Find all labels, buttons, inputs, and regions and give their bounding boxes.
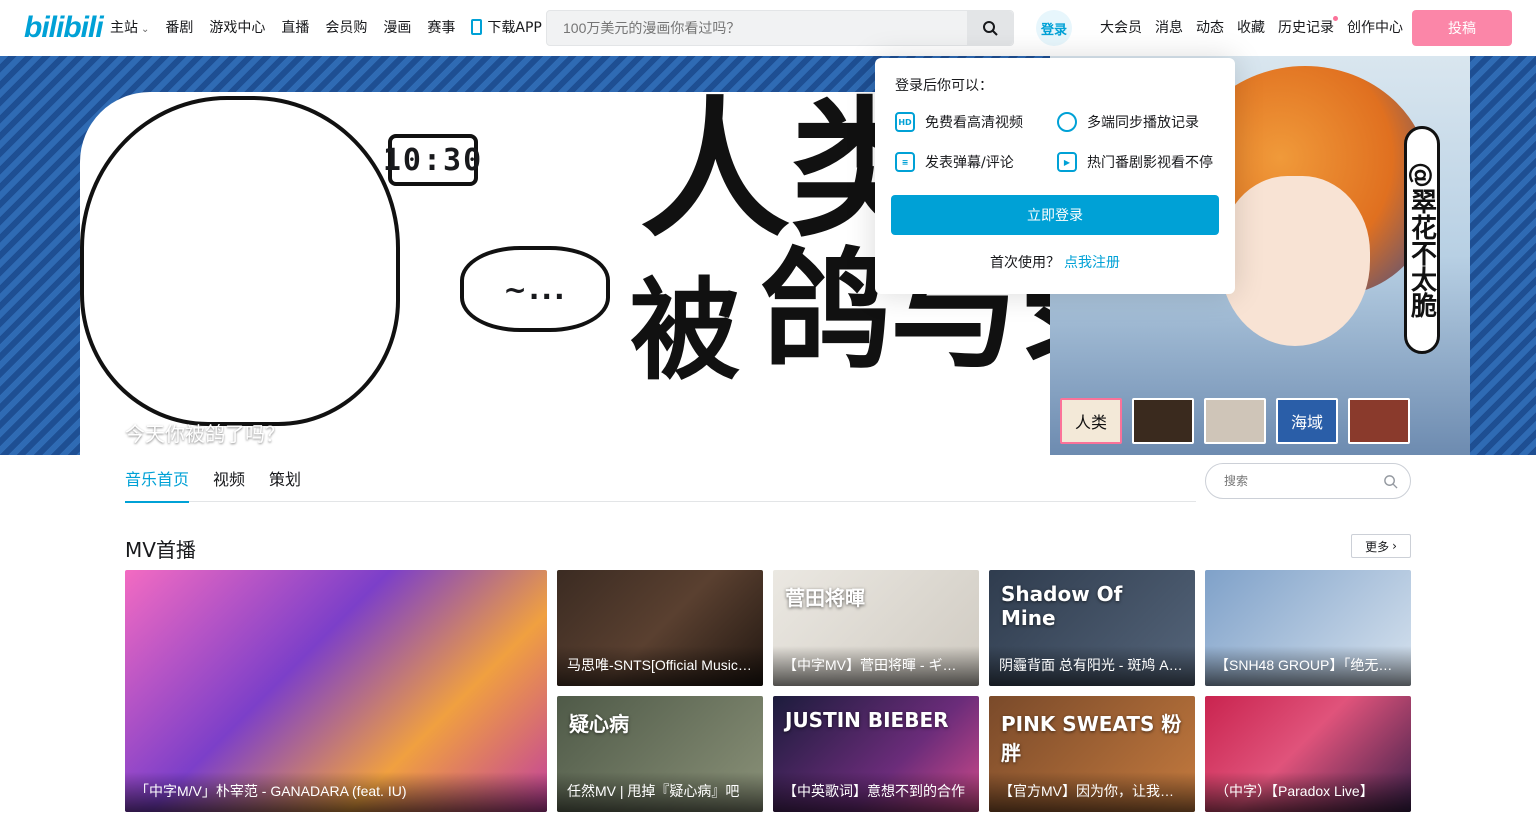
feature-hd: HD 免费看高清视频 [895, 112, 1023, 132]
mv-card[interactable]: 【SNH48 GROUP】「绝无仅有」 [1205, 570, 1411, 686]
banner-thumbnail[interactable] [1348, 398, 1410, 444]
banner-thumbnail[interactable]: 人类 [1060, 398, 1122, 444]
banner-thumbnail[interactable]: 海域 [1276, 398, 1338, 444]
chevron-right-icon: › [1392, 539, 1397, 553]
tab-music-home[interactable]: 音乐首页 [125, 468, 190, 503]
play-icon: ▶ [1057, 152, 1077, 172]
notification-dot [1333, 16, 1338, 21]
nav-anime[interactable]: 番剧 [165, 18, 193, 40]
mv-card[interactable]: Shadow Of Mine 阴霾背面 总有阳光 - 斑鸠 Alec Benjam… [989, 570, 1195, 686]
banner-author-badge: @翠花不太脆 [1404, 126, 1440, 354]
speech-bubble: ~... [460, 246, 610, 332]
more-button[interactable]: 更多 › [1351, 534, 1411, 558]
nav-history[interactable]: 历史记录 [1278, 16, 1338, 38]
mv-card[interactable]: （中字）【Paradox Live】 [1205, 696, 1411, 812]
nav-main-site[interactable]: 主站 ⌄ [110, 18, 149, 40]
list-icon: ≡ [895, 152, 915, 172]
search-icon [983, 21, 998, 36]
banner-big-text-2: 被 [630, 267, 740, 395]
music-search [1205, 463, 1411, 499]
mv-card-title[interactable]: 马思唯-SNTS[Official Music Video] [557, 646, 763, 686]
mv-card[interactable]: 疑心病任然MV | 甩掉『疑心病』吧 [557, 696, 763, 812]
tab-planning[interactable]: 策划 [269, 468, 301, 502]
anime-character-face [1220, 176, 1370, 346]
banner-caption[interactable]: 今天你被鸽了吗？ [125, 418, 285, 447]
feature-sync-history: 多端同步播放记录 [1057, 112, 1199, 132]
mv-card-title[interactable]: 【官方MV】因为你，让我变得更好 [989, 772, 1195, 812]
hero-banner[interactable]: 10:30 ~... 人类 被 鸽与录 @翠花不太脆 今天你被鸽了吗？ 人类 海域 [0, 56, 1536, 455]
mv-card-art-text: 疑心病 [569, 712, 629, 736]
mv-card[interactable]: 马思唯-SNTS[Official Music Video] [557, 570, 763, 686]
user-nav: 大会员 消息 动态 收藏 历史记录 创作中心 [1100, 16, 1416, 38]
nav-live[interactable]: 直播 [281, 18, 309, 40]
nav-favorites[interactable]: 收藏 [1237, 18, 1265, 38]
main-nav: 主站 ⌄ 番剧 游戏中心 直播 会员购 漫画 赛事 下载APP [110, 18, 558, 40]
signup-link[interactable]: 点我注册 [1064, 255, 1120, 271]
bilibili-logo[interactable]: bilibili [24, 12, 104, 44]
login-avatar[interactable]: 登录 [1036, 10, 1072, 46]
upload-button[interactable]: 投稿 [1412, 10, 1512, 46]
mv-card-title[interactable]: 阴霾背面 总有阳光 - 斑鸠 Alec Benjamin [989, 646, 1195, 686]
feature-comment: ≡ 发表弹幕/评论 [895, 152, 1014, 172]
banner-thumbnails: 人类 海域 [1060, 398, 1410, 444]
mv-card-title[interactable]: （中字）【Paradox Live】 [1205, 772, 1411, 812]
header-search [546, 10, 1014, 46]
header-search-input[interactable] [547, 11, 967, 45]
feature-anime: ▶ 热门番剧影视看不停 [1057, 152, 1213, 172]
mv-card-art-text: 菅田将暉 [785, 586, 865, 610]
top-header: bilibili 主站 ⌄ 番剧 游戏中心 直播 会员购 漫画 赛事 下载APP … [0, 0, 1536, 56]
music-search-input[interactable] [1206, 464, 1376, 498]
tab-video[interactable]: 视频 [213, 468, 245, 502]
mv-card-title[interactable]: 「中字M/V」朴宰范 - GANADARA (feat. IU) [125, 772, 547, 812]
mv-card[interactable]: 「中字M/V」朴宰范 - GANADARA (feat. IU) [125, 570, 547, 812]
banner-thumbnail[interactable] [1204, 398, 1266, 444]
signup-row: 首次使用？ 点我注册 [990, 255, 1120, 271]
phone-icon [471, 19, 483, 35]
mv-card-art-text: Shadow Of Mine [1001, 582, 1123, 630]
mv-card-title[interactable]: 【中字MV】菅田将暉 - ギターウサギ [773, 646, 979, 686]
login-hint: 登录后你可以： [895, 78, 993, 94]
login-button[interactable]: 立即登录 [891, 195, 1219, 235]
clock-icon [1057, 112, 1077, 132]
nav-manga[interactable]: 漫画 [383, 18, 411, 40]
mv-section-title: MV首播 [125, 538, 196, 562]
chevron-down-icon: ⌄ [141, 24, 150, 35]
nav-game-center[interactable]: 游戏中心 [209, 18, 265, 40]
nav-creator-center[interactable]: 创作中心 [1347, 18, 1403, 38]
search-icon[interactable] [1383, 474, 1398, 489]
mv-card-art-text: PINK SWEATS 粉胖 [1001, 712, 1182, 765]
nav-download-app[interactable]: 下载APP [471, 18, 542, 40]
nav-vip[interactable]: 大会员 [1100, 18, 1142, 38]
banner-clock: 10:30 [383, 134, 481, 186]
search-button[interactable] [967, 11, 1013, 45]
nav-esports[interactable]: 赛事 [427, 18, 455, 40]
nav-messages[interactable]: 消息 [1155, 18, 1183, 38]
mv-card-title[interactable]: 任然MV | 甩掉『疑心病』吧 [557, 772, 763, 812]
mv-card-title[interactable]: 【SNH48 GROUP】「绝无仅有」 [1205, 646, 1411, 686]
login-popover: 登录后你可以： HD 免费看高清视频 多端同步播放记录 ≡ 发表弹幕/评论 ▶ 热门番… [875, 58, 1235, 294]
mv-card[interactable]: JUSTIN BIEBER 【中英歌词】意想不到的合作 [773, 696, 979, 812]
banner-thumbnail[interactable] [1132, 398, 1194, 444]
mv-card[interactable]: PINK SWEATS 粉胖【官方MV】因为你，让我变得更好 [989, 696, 1195, 812]
music-tabs: 音乐首页 视频 策划 [125, 468, 1196, 503]
hd-icon: HD [895, 112, 915, 132]
nav-dynamics[interactable]: 动态 [1196, 18, 1224, 38]
doodle-character [80, 96, 400, 426]
mv-card[interactable]: 菅田将暉【中字MV】菅田将暉 - ギターウサギ [773, 570, 979, 686]
nav-member-shop[interactable]: 会员购 [325, 18, 367, 40]
mv-card-title[interactable]: 【中英歌词】意想不到的合作 [773, 772, 979, 812]
mv-card-art-text: JUSTIN BIEBER [785, 708, 949, 732]
